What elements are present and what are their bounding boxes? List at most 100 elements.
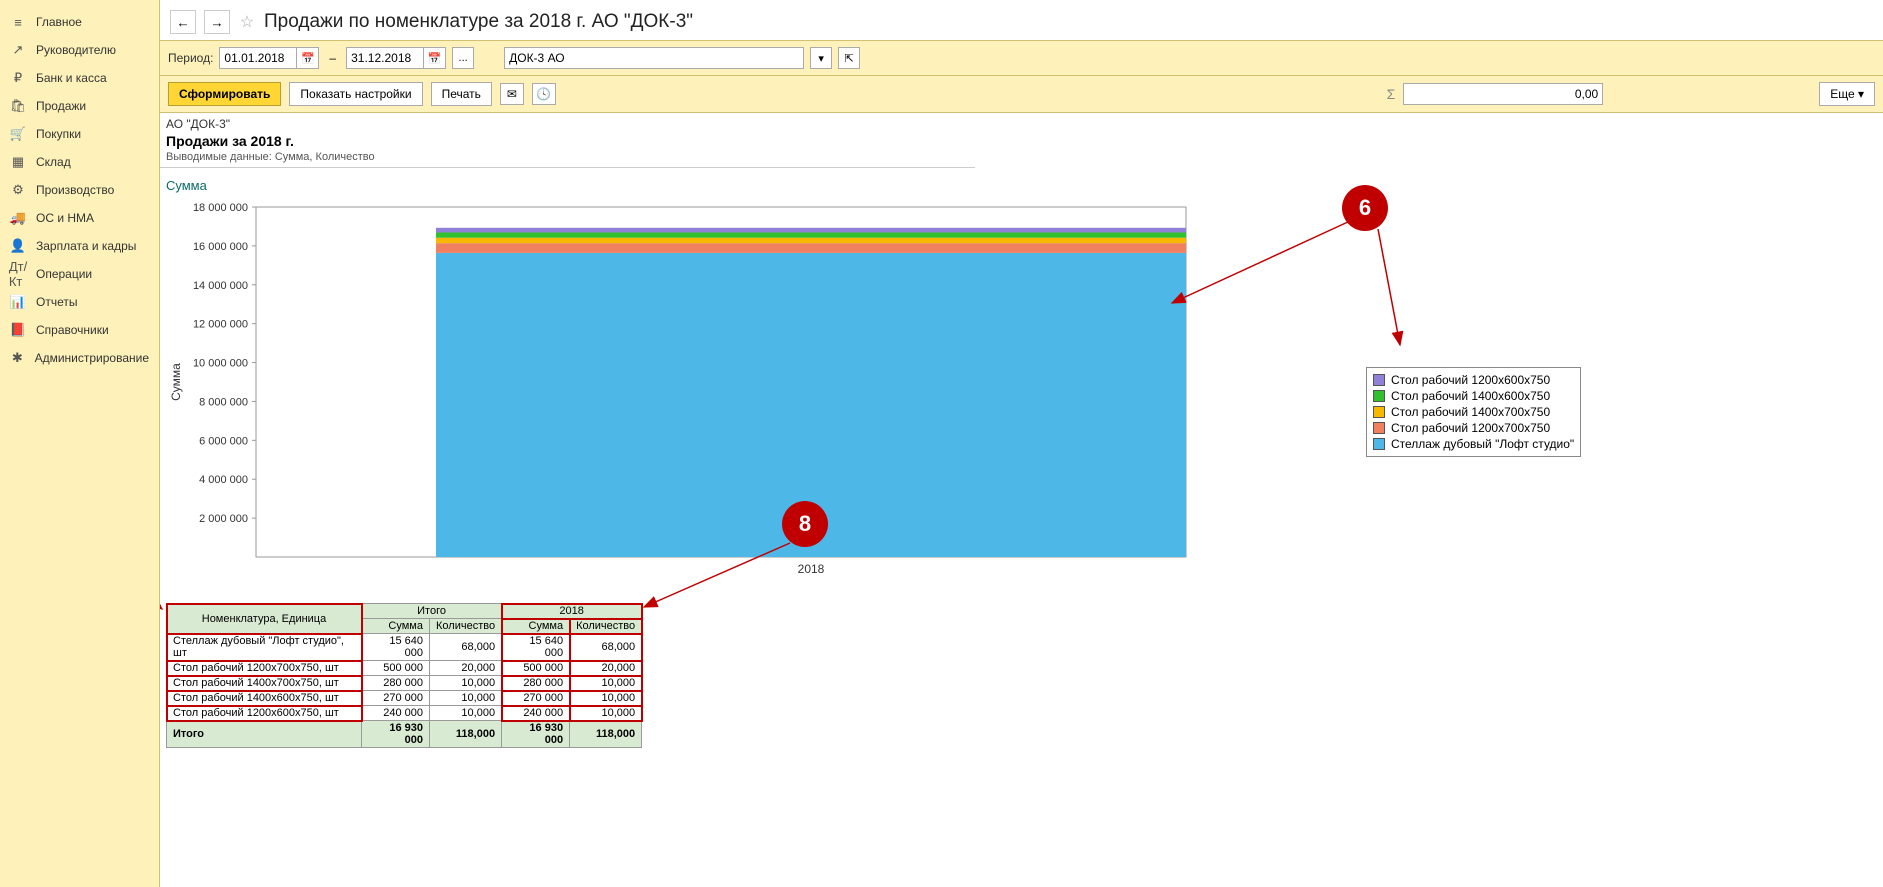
sidebar-label-2: Банк и касса [36, 71, 107, 85]
sidebar-item-9[interactable]: Дт/Кт Операции [0, 260, 159, 288]
sidebar-icon-9: Дт/Кт [10, 266, 26, 282]
col-year-header: 2018 [502, 604, 642, 619]
period-picker-button[interactable]: ... [452, 47, 474, 69]
sidebar-icon-5: ▦ [10, 154, 26, 170]
svg-text:Сумма: Сумма [169, 363, 183, 401]
sidebar-icon-0: ≡ [10, 14, 26, 30]
col-total-header: Итого [362, 604, 502, 619]
toolbar-actions: Сформировать Показать настройки Печать ✉… [160, 76, 1883, 113]
sidebar-label-0: Главное [36, 15, 82, 29]
date-from-input[interactable] [219, 47, 297, 69]
chart-segment [436, 228, 1186, 233]
sidebar-item-12[interactable]: ✱ Администрирование [0, 344, 159, 372]
col-qty: Количество [430, 619, 502, 634]
svg-text:12 000 000: 12 000 000 [193, 319, 248, 331]
col-yqty: Количество [570, 619, 642, 634]
sidebar-item-3[interactable]: 🛍 Продажи [0, 92, 159, 120]
table-total-row: Итого16 930 000118,00016 930 000118,000 [167, 721, 642, 748]
chart-segment [436, 243, 1186, 253]
sidebar-label-10: Отчеты [36, 295, 77, 309]
sidebar-item-2[interactable]: ₽ Банк и касса [0, 64, 159, 92]
legend-item: Стеллаж дубовый "Лофт студио" [1373, 436, 1574, 452]
legend-item: Стол рабочий 1400х600х750 [1373, 388, 1574, 404]
sidebar-icon-7: 🚚 [10, 210, 26, 226]
sidebar-item-5[interactable]: ▦ Склад [0, 148, 159, 176]
clock-icon[interactable]: 🕓 [532, 83, 556, 105]
sidebar-item-7[interactable]: 🚚 ОС и НМА [0, 204, 159, 232]
col-name-header: Номенклатура, Единица [167, 604, 362, 634]
sidebar-item-4[interactable]: 🛒 Покупки [0, 120, 159, 148]
report-data-table: Номенклатура, ЕдиницаИтого2018СуммаКолич… [166, 603, 642, 748]
show-settings-button[interactable]: Показать настройки [289, 82, 422, 106]
svg-text:14 000 000: 14 000 000 [193, 280, 248, 292]
svg-text:6 000 000: 6 000 000 [199, 435, 248, 447]
print-button[interactable]: Печать [431, 82, 492, 106]
sidebar-label-12: Администрирование [35, 351, 149, 365]
sidebar-label-4: Покупки [36, 127, 81, 141]
sidebar-icon-11: 📕 [10, 322, 26, 338]
sidebar-label-8: Зарплата и кадры [36, 239, 136, 253]
date-from-calendar-icon[interactable]: 📅 [297, 47, 319, 69]
col-sum: Сумма [362, 619, 430, 634]
sidebar-icon-6: ⚙ [10, 182, 26, 198]
table-row[interactable]: Стол рабочий 1200х700х750, шт500 00020,0… [167, 661, 642, 676]
svg-text:2018: 2018 [798, 562, 825, 576]
titlebar: ← → ☆ Продажи по номенклатуре за 2018 г.… [160, 0, 1883, 40]
sidebar-icon-12: ✱ [10, 350, 25, 366]
date-to-input[interactable] [346, 47, 424, 69]
sidebar-item-11[interactable]: 📕Справочники [0, 316, 159, 344]
svg-text:18 000 000: 18 000 000 [193, 202, 248, 214]
sidebar-icon-8: 👤 [10, 238, 26, 254]
sidebar-item-6[interactable]: ⚙ Производство [0, 176, 159, 204]
table-row[interactable]: Стол рабочий 1200х600х750, шт240 00010,0… [167, 706, 642, 721]
table-row[interactable]: Стол рабочий 1400х700х750, шт280 00010,0… [167, 676, 642, 691]
sidebar-item-0[interactable]: ≡ Главное [0, 8, 159, 36]
favorite-star-icon[interactable]: ☆ [238, 13, 256, 31]
svg-text:16 000 000: 16 000 000 [193, 241, 248, 253]
more-button[interactable]: Еще ▾ [1819, 82, 1875, 106]
svg-text:4 000 000: 4 000 000 [199, 474, 248, 486]
sidebar-label-1: Руководителю [36, 43, 116, 57]
col-ysum: Сумма [502, 619, 570, 634]
table-row[interactable]: Стеллаж дубовый "Лофт студио", шт15 640 … [167, 634, 642, 661]
sidebar-item-10[interactable]: 📊 Отчеты [0, 288, 159, 316]
stacked-bar-chart: 2 000 000 4 000 000 6 000 000 8 000 000 10 0… [166, 197, 1346, 587]
sum-input[interactable] [1403, 83, 1603, 105]
sidebar-icon-3: 🛍 [10, 98, 26, 114]
report-subtitle: Выводимые данные: Сумма, Количество [166, 151, 969, 163]
nav-back-button[interactable]: ← [170, 10, 196, 34]
email-icon[interactable]: ✉ [500, 83, 524, 105]
sidebar-icon-10: 📊 [10, 294, 26, 310]
chart-legend: Стол рабочий 1200х600х750Стол рабочий 14… [1366, 367, 1581, 457]
generate-button[interactable]: Сформировать [168, 82, 281, 106]
org-open-icon[interactable]: ⇱ [838, 47, 860, 69]
callout-6: 6 [1342, 185, 1388, 231]
sidebar-icon-4: 🛒 [10, 126, 26, 142]
chart-segment [436, 232, 1186, 237]
report-header: АО "ДОК-3" Продажи за 2018 г. Выводимые … [160, 113, 975, 168]
svg-text:8 000 000: 8 000 000 [199, 396, 248, 408]
chart-title: Сумма [166, 178, 1877, 193]
svg-text:10 000 000: 10 000 000 [193, 358, 248, 370]
legend-item: Стол рабочий 1400х700х750 [1373, 404, 1574, 420]
sidebar-label-3: Продажи [36, 99, 86, 113]
org-dropdown-icon[interactable]: ▾ [810, 47, 832, 69]
page-title: Продажи по номенклатуре за 2018 г. АО "Д… [264, 11, 693, 33]
date-to-calendar-icon[interactable]: 📅 [424, 47, 446, 69]
sidebar-label-5: Склад [36, 155, 71, 169]
organization-input[interactable] [504, 47, 804, 69]
sidebar-label-6: Производство [36, 183, 114, 197]
nav-forward-button[interactable]: → [204, 10, 230, 34]
period-label: Период: [168, 51, 213, 65]
sidebar-icon-1: ↗ [10, 42, 26, 58]
sigma-icon: Σ [1387, 86, 1396, 102]
sidebar-item-8[interactable]: 👤 Зарплата и кадры [0, 232, 159, 260]
sidebar-label-9: Операции [36, 267, 92, 281]
table-row[interactable]: Стол рабочий 1400х600х750, шт270 00010,0… [167, 691, 642, 706]
sidebar-label-7: ОС и НМА [36, 211, 94, 225]
sidebar-icon-2: ₽ [10, 70, 26, 86]
report-org: АО "ДОК-3" [166, 117, 969, 131]
svg-text:2 000 000: 2 000 000 [199, 513, 248, 525]
legend-item: Стол рабочий 1200х600х750 [1373, 372, 1574, 388]
sidebar-item-1[interactable]: ↗ Руководителю [0, 36, 159, 64]
